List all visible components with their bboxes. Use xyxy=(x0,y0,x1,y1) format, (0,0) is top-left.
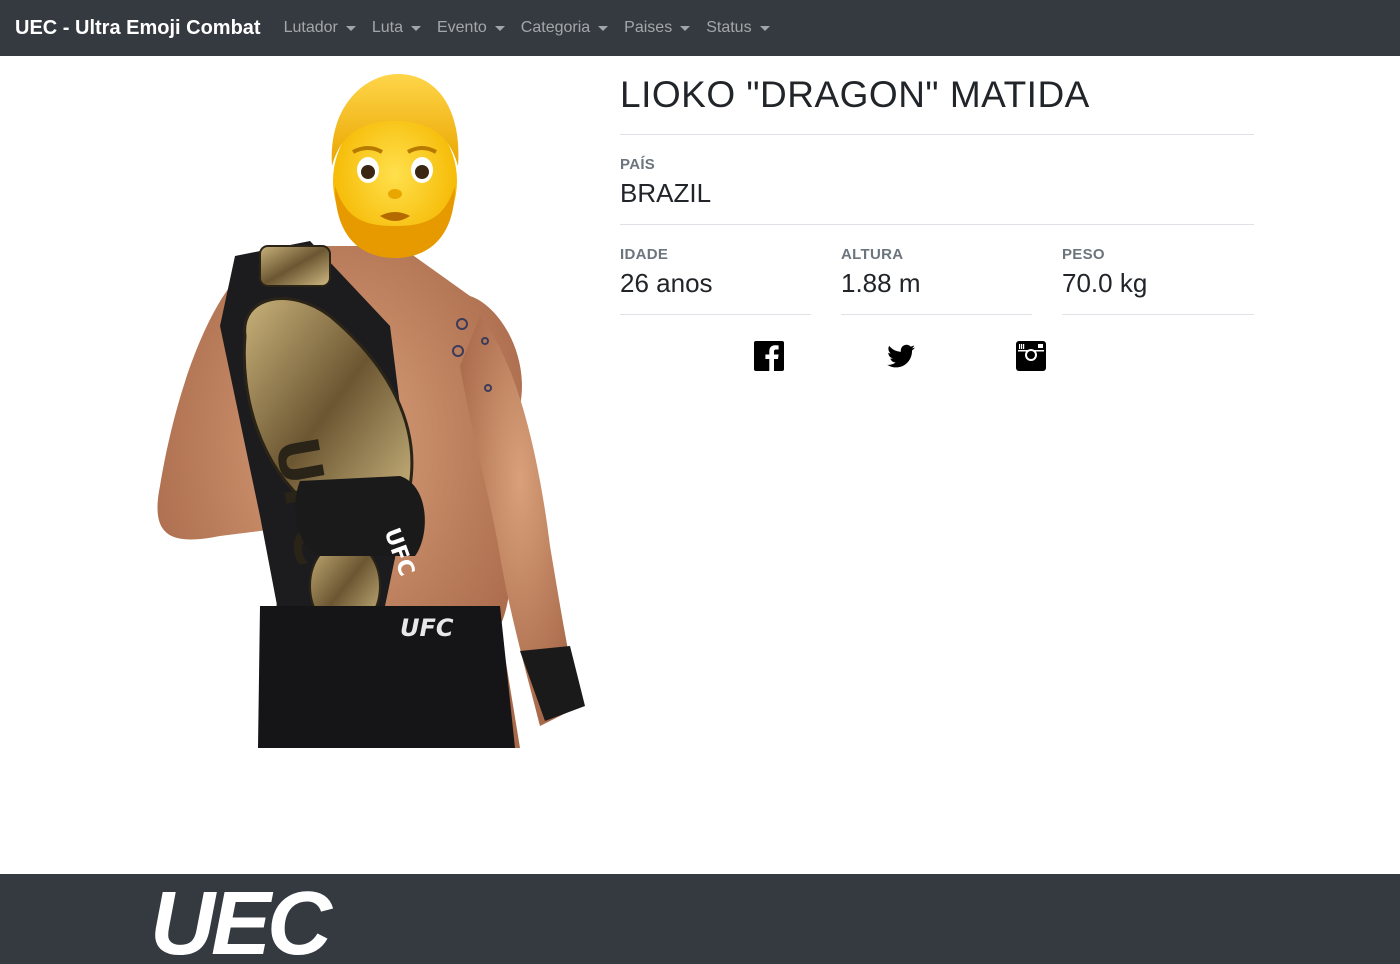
uec-logo: UEC xyxy=(150,882,338,962)
brand-link[interactable]: UEC - Ultra Emoji Combat xyxy=(15,17,261,40)
nav-dropdown-paises[interactable]: Paises xyxy=(624,19,691,37)
nav-label: Luta xyxy=(371,19,403,36)
country-value: BRAZIL xyxy=(620,178,712,208)
top-navbar: UEC - Ultra Emoji Combat Lutador Luta Ev… xyxy=(0,0,1400,56)
divider xyxy=(620,314,811,315)
nav-label: Evento xyxy=(436,19,487,36)
weight-value: 70.0 kg xyxy=(1062,268,1148,298)
height-value: 1.88 m xyxy=(841,268,921,298)
nav-label: Paises xyxy=(624,19,673,36)
nav-dropdown-evento[interactable]: Evento xyxy=(437,19,505,37)
emoji-face-icon xyxy=(331,74,459,258)
instagram-icon[interactable] xyxy=(1015,340,1047,372)
divider xyxy=(841,314,1032,315)
fighter-name: LIOKO "DRAGON" MATIDA xyxy=(620,74,1090,115)
nav-label: Categoria xyxy=(520,19,591,36)
nav-label: Lutador xyxy=(283,19,338,36)
country-label: PAÍS xyxy=(620,156,656,173)
caret-down-icon xyxy=(598,25,609,31)
caret-down-icon xyxy=(759,25,770,31)
nav-dropdown-lutador[interactable]: Lutador xyxy=(284,19,356,37)
age-value: 26 anos xyxy=(620,268,713,298)
caret-down-icon xyxy=(494,25,505,31)
divider xyxy=(620,134,1254,135)
nav-label: Status xyxy=(706,19,752,36)
nav-dropdown-luta[interactable]: Luta xyxy=(372,19,421,37)
shorts-logo-text: UFC xyxy=(400,614,454,642)
height-label: ALTURA xyxy=(841,246,904,263)
weight-label: PESO xyxy=(1062,246,1105,263)
fighter-photo: UFC UFC UFC xyxy=(140,66,600,748)
nav-dropdown-categoria[interactable]: Categoria xyxy=(520,19,609,37)
footer-logo-text: UEC xyxy=(150,882,334,962)
twitter-icon[interactable] xyxy=(885,340,917,372)
nav-dropdown-status[interactable]: Status xyxy=(706,19,770,37)
caret-down-icon xyxy=(410,25,421,31)
divider xyxy=(1062,314,1254,315)
caret-down-icon xyxy=(345,25,356,31)
caret-down-icon xyxy=(680,25,691,31)
page-footer: UEC xyxy=(0,874,1400,964)
facebook-icon[interactable] xyxy=(753,340,785,372)
age-label: IDADE xyxy=(620,246,669,263)
divider xyxy=(620,224,1254,225)
fighter-illustration: UFC UFC UFC xyxy=(157,74,585,748)
